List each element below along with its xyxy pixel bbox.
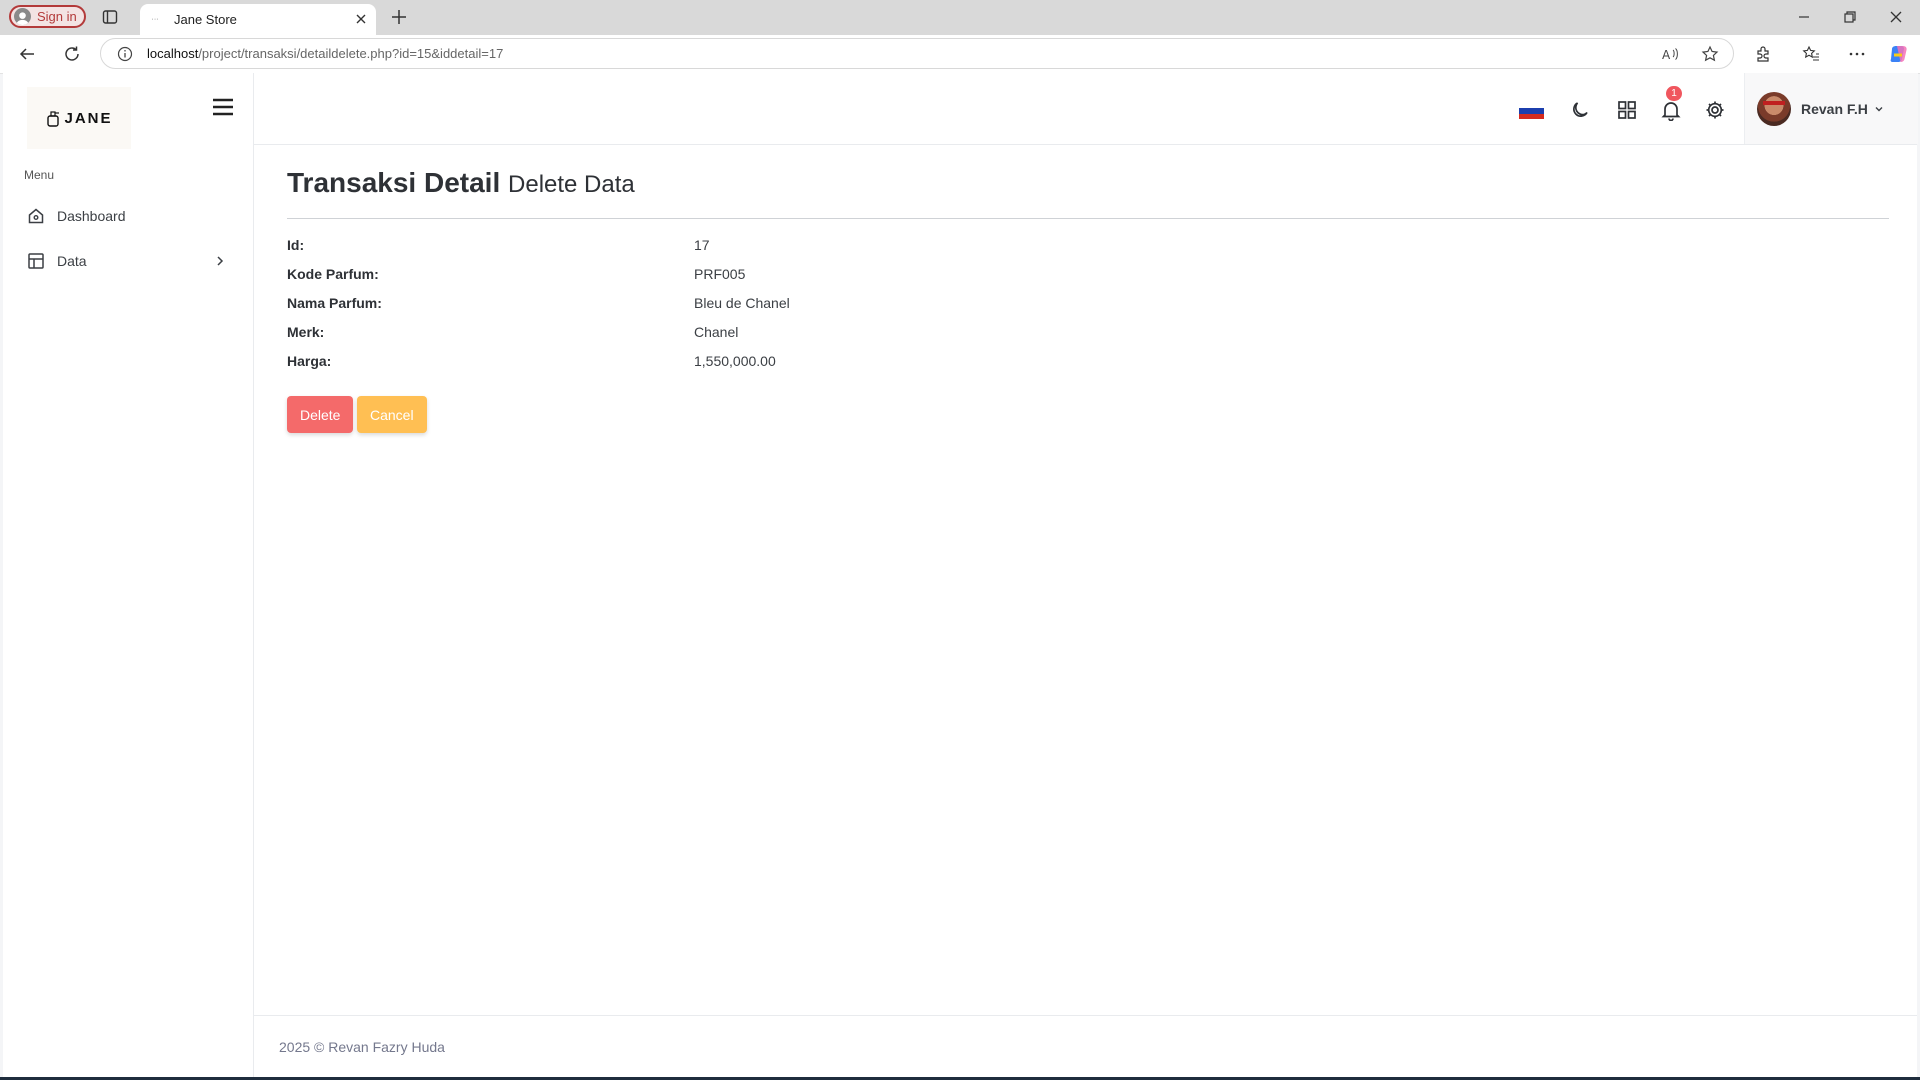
- sidebar-item-data[interactable]: Data: [27, 246, 237, 276]
- field-label-merk: Merk:: [287, 324, 325, 340]
- avatar: [1757, 91, 1791, 126]
- field-value-harga: 1,550,000.00: [694, 353, 776, 369]
- reload-icon[interactable]: [63, 45, 81, 63]
- page-footer: 2025 © Revan Fazry Huda: [254, 1015, 1917, 1078]
- dark-mode-moon-icon[interactable]: [1569, 99, 1591, 121]
- title-divider: [287, 218, 1889, 219]
- logo-text: JANE: [64, 109, 113, 127]
- new-tab-icon[interactable]: [390, 8, 408, 26]
- tab-actions-icon[interactable]: [102, 9, 118, 25]
- menu-toggle-icon[interactable]: [211, 95, 235, 119]
- sidebar-item-label: Data: [57, 253, 87, 269]
- field-label-kode-parfum: Kode Parfum:: [287, 266, 379, 282]
- read-aloud-icon[interactable]: A: [1661, 45, 1679, 63]
- field-value-id: 17: [694, 237, 710, 253]
- tab-title: Jane Store: [174, 12, 237, 27]
- sidebar-item-dashboard[interactable]: Dashboard: [27, 201, 237, 231]
- favorites-icon[interactable]: [1802, 45, 1820, 63]
- field-label-id: Id:: [287, 237, 305, 253]
- url-host: localhost: [147, 46, 199, 61]
- page-title-main: Transaksi Detail: [287, 167, 501, 198]
- field-value-nama-parfum: Bleu de Chanel: [694, 295, 790, 311]
- close-tab-icon[interactable]: [354, 12, 368, 26]
- minimize-icon[interactable]: [1795, 8, 1813, 26]
- more-options-icon[interactable]: [1848, 45, 1866, 63]
- sidebar: JANE Menu Dashboard Data: [3, 73, 254, 1077]
- main-content: Transaksi Detail Delete Data Id: 17 Kode…: [254, 145, 1917, 1015]
- apps-grid-icon[interactable]: [1616, 99, 1638, 121]
- browser-tab-active[interactable]: ··· Jane Store: [140, 4, 376, 35]
- field-value-kode-parfum: PRF005: [694, 266, 746, 282]
- signin-label: Sign in: [37, 9, 77, 24]
- menu-title: Menu: [24, 168, 55, 182]
- top-header: 1 Revan F.H: [254, 73, 1918, 145]
- extensions-icon[interactable]: [1754, 45, 1772, 63]
- tab-favicon-icon: ···: [151, 16, 159, 23]
- site-info-icon[interactable]: [117, 46, 133, 62]
- cancel-button[interactable]: Cancel: [357, 396, 427, 433]
- chevron-right-icon: [217, 256, 224, 266]
- profile-signin-button[interactable]: Sign in: [9, 5, 86, 28]
- field-value-merk: Chanel: [694, 324, 739, 340]
- page-title: Transaksi Detail Delete Data: [287, 167, 635, 199]
- perfume-bottle-icon: [47, 111, 60, 127]
- field-label-nama-parfum: Nama Parfum:: [287, 295, 382, 311]
- home-icon: [28, 208, 44, 224]
- url-path: /project/transaksi/detaildelete.php?id=1…: [198, 46, 504, 61]
- close-window-icon[interactable]: [1887, 8, 1905, 26]
- restore-icon[interactable]: [1841, 8, 1859, 26]
- footer-copyright: 2025 © Revan Fazry Huda: [279, 1039, 445, 1055]
- store-logo[interactable]: JANE: [27, 87, 131, 149]
- app-container: JANE Menu Dashboard Data 1 Revan F.H Tra…: [3, 73, 1918, 1078]
- user-name: Revan F.H: [1801, 100, 1868, 117]
- delete-button[interactable]: Delete: [287, 396, 354, 433]
- favorite-star-icon[interactable]: [1701, 45, 1719, 63]
- notification-bell-icon[interactable]: [1660, 99, 1682, 121]
- svg-text:A: A: [1662, 48, 1671, 62]
- browser-toolbar: localhost/project/transaksi/detaildelete…: [0, 35, 1920, 74]
- address-bar[interactable]: localhost/project/transaksi/detaildelete…: [100, 38, 1734, 69]
- back-arrow-icon[interactable]: [18, 45, 36, 63]
- user-menu[interactable]: Revan F.H: [1744, 73, 1918, 144]
- page-subtitle: Delete Data: [508, 171, 635, 198]
- browser-tab-bar: Sign in ··· Jane Store: [0, 0, 1920, 35]
- layout-icon: [28, 253, 44, 269]
- notification-badge: 1: [1666, 86, 1682, 101]
- copilot-icon[interactable]: [1888, 43, 1910, 65]
- chevron-down-icon: [1875, 106, 1883, 111]
- language-flag-icon[interactable]: [1519, 103, 1544, 119]
- settings-gear-icon[interactable]: [1704, 99, 1726, 121]
- field-label-harga: Harga:: [287, 353, 332, 369]
- sidebar-item-label: Dashboard: [57, 208, 126, 224]
- profile-icon: [14, 8, 31, 25]
